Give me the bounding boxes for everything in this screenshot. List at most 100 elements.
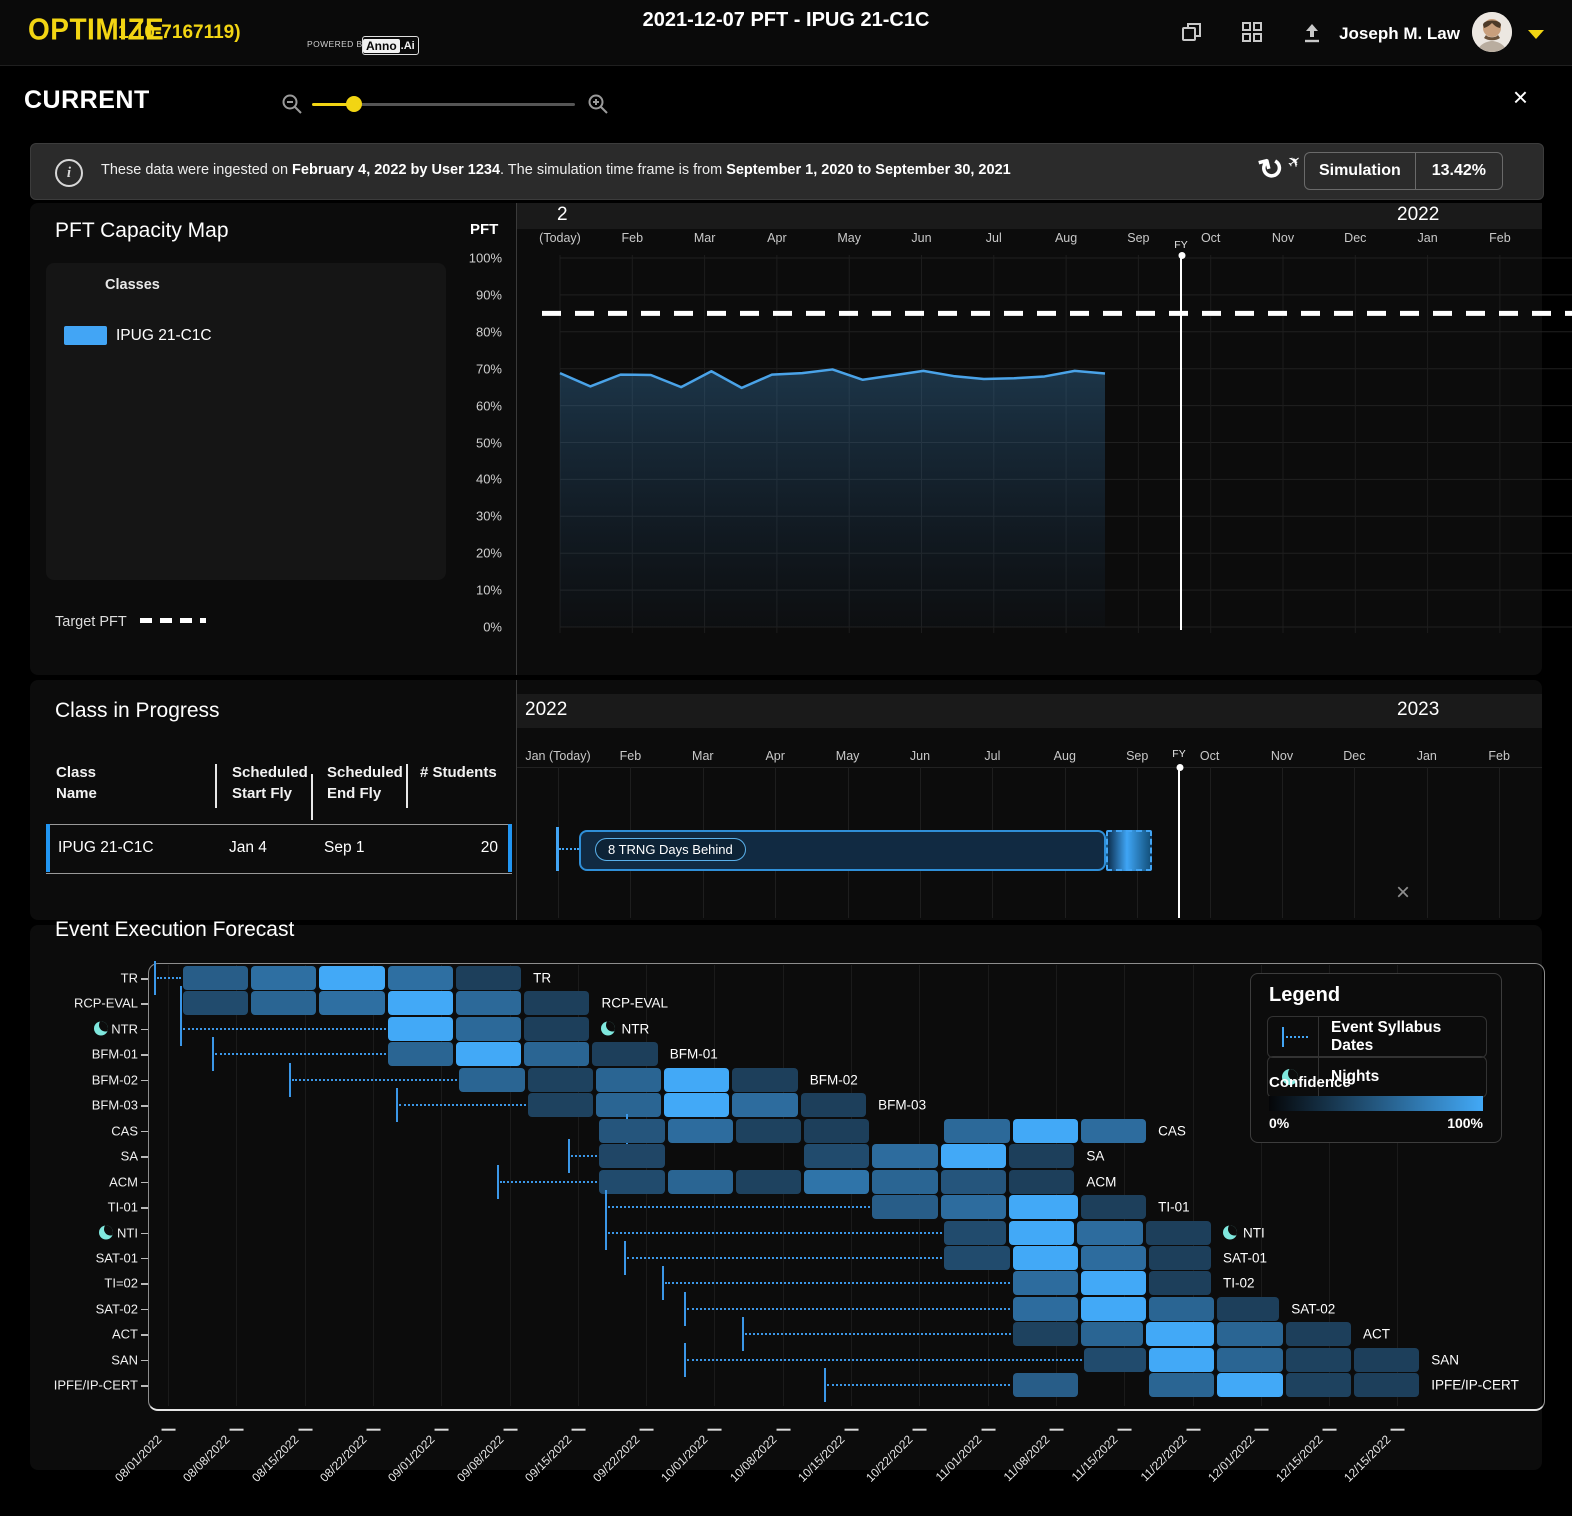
gantt-bar-segment [736, 1119, 801, 1143]
gantt-bar-segment [592, 1042, 657, 1066]
month-label: Nov [1271, 749, 1293, 763]
chart2-fy-line [1178, 767, 1180, 918]
column-divider [311, 774, 313, 820]
gantt-bar-segment [664, 1093, 729, 1117]
gantt-row-label: BFM-03 [20, 1098, 138, 1113]
simulation-value: 13.42% [1416, 162, 1502, 180]
user-name[interactable]: Joseph M. Law [1339, 24, 1460, 44]
rerun-simulation-icon[interactable]: ↻✈ [1257, 150, 1301, 194]
pft-y-tick: 60% [462, 398, 502, 413]
grid-line [1210, 767, 1211, 918]
gantt-bar-segment [1013, 1322, 1078, 1346]
axis-tick [141, 1054, 148, 1056]
column-header: ScheduledEnd Fly [327, 762, 403, 804]
syllabus-connector [745, 1333, 1011, 1335]
syllabus-connector [627, 1257, 942, 1259]
month-label: Jan [1417, 749, 1437, 763]
grid-line [168, 965, 169, 1406]
page-title: 2021-12-07 PFT - IPUG 21-C1C [0, 9, 1572, 32]
app: OPTIMIZE 1.10-7167119) POWERED BY Anno .… [0, 0, 1572, 1516]
gantt-bar-segment [1009, 1195, 1078, 1219]
class-color-swatch[interactable] [64, 326, 107, 345]
gantt-bar-segment [944, 1221, 1006, 1245]
gantt-row-label: BFM-01 [20, 1047, 138, 1062]
gantt-bar-segment [388, 1017, 453, 1041]
cell-start-fly: Jan 4 [229, 839, 267, 857]
pft-y-tick: 100% [462, 251, 502, 266]
avatar[interactable] [1472, 12, 1512, 52]
windows-icon[interactable] [1180, 20, 1204, 44]
syllabus-connector [687, 1308, 1011, 1310]
table-row[interactable]: IPUG 21-C1C Jan 4 Sep 1 20 [46, 824, 512, 874]
grid-line [1499, 767, 1500, 918]
gantt-bar-segment [736, 1170, 801, 1194]
syllabus-connector [500, 1181, 597, 1183]
pft-y-tick: 80% [462, 324, 502, 339]
gantt-bar-segment [1149, 1348, 1214, 1372]
close-icon[interactable]: × [1513, 84, 1528, 110]
syllabus-date-tick [154, 961, 156, 995]
gantt-row-label: SA [20, 1149, 138, 1164]
upload-icon[interactable] [1300, 20, 1324, 44]
dismiss-icon[interactable]: × [1396, 879, 1410, 907]
confidence-min: 0% [1269, 1115, 1289, 1131]
gantt-bar-segment [251, 966, 316, 990]
gantt-bar-segment [1146, 1322, 1215, 1346]
syllabus-date-tick [605, 1216, 607, 1250]
confidence-max: 100% [1447, 1115, 1483, 1131]
grid-icon[interactable] [1240, 20, 1264, 44]
timeline-zoom-slider[interactable] [280, 92, 620, 116]
gantt-row-end-label: NTI [1223, 1225, 1265, 1240]
view-toolbar: CURRENT × [0, 66, 1572, 138]
axis-tick [141, 1309, 148, 1311]
forecast-title: Event Execution Forecast [55, 918, 294, 942]
gantt-bar-segment [1149, 1373, 1214, 1397]
slider-track[interactable] [354, 103, 575, 106]
grid-line [236, 965, 237, 1406]
gantt-bar-segment [1217, 1348, 1282, 1372]
month-label: Jun [910, 749, 930, 763]
gantt-bar-segment [388, 966, 453, 990]
cell-end-fly: Sep 1 [324, 839, 365, 857]
class-legend-label[interactable]: IPUG 21-C1C [116, 327, 212, 345]
column-header: ScheduledStart Fly [232, 762, 308, 804]
trng-days-behind-badge[interactable]: 8 TRNG Days Behind [595, 838, 746, 861]
gantt-bar-segment [1013, 1119, 1078, 1143]
slider-thumb[interactable] [346, 96, 362, 112]
gantt-bar-segment [1149, 1271, 1211, 1295]
grid-line [373, 965, 374, 1406]
grid-line [517, 767, 1542, 768]
gantt-row-label: CAS [20, 1123, 138, 1138]
info-icon: i [55, 159, 83, 187]
gantt-row-end-label: ACM [1086, 1174, 1116, 1189]
gantt-bar-segment [459, 1068, 524, 1092]
gantt-bar-segment [668, 1119, 733, 1143]
column-divider [215, 764, 217, 808]
gantt-bar-segment [944, 1246, 1009, 1270]
brand-logo: Anno .Ai [362, 36, 419, 55]
axis-tick [141, 1360, 148, 1362]
gantt-bar-segment [1286, 1373, 1351, 1397]
classes-legend-card: Classes IPUG 21-C1C [46, 263, 446, 580]
axis-tick [141, 1385, 148, 1387]
target-dash-swatch [140, 618, 206, 623]
brand-name: Anno [363, 39, 400, 53]
syllabus-connector [157, 977, 180, 979]
zoom-out-icon[interactable] [280, 92, 304, 116]
gantt-bar-segment [804, 1170, 869, 1194]
class-progress-bar[interactable]: 8 TRNG Days Behind [579, 830, 1106, 871]
gantt-bar-segment [1013, 1271, 1078, 1295]
pft-y-tick: 40% [462, 472, 502, 487]
month-label: Jan (Today) [525, 749, 590, 763]
syllabus-date-tick [497, 1165, 499, 1199]
user-menu-caret-icon[interactable] [1528, 30, 1544, 39]
chart2-fy-label: FY [1172, 748, 1185, 760]
chart1-fy-label: FY [1174, 239, 1187, 251]
class-bar-forecast-segment[interactable] [1106, 830, 1152, 871]
zoom-in-icon[interactable] [586, 92, 610, 116]
gantt-bar-segment [528, 1093, 593, 1117]
gantt-bar-segment [1077, 1221, 1142, 1245]
gantt-row-end-label: SA [1086, 1149, 1104, 1164]
gantt-row-end-label: ACT [1363, 1327, 1390, 1342]
gantt-row-label: ACM [20, 1174, 138, 1189]
